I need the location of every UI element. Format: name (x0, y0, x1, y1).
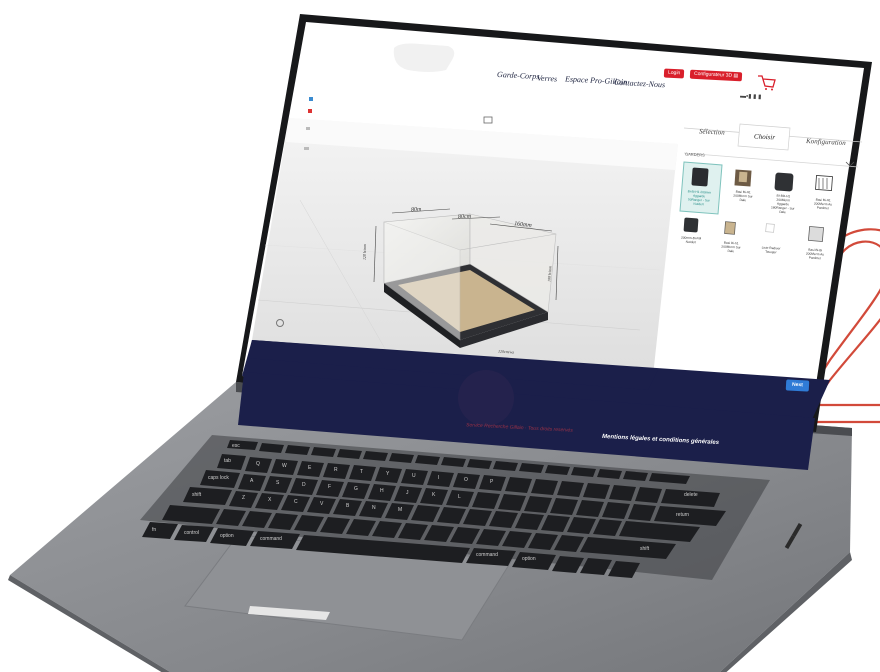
key-label: tab (224, 458, 231, 464)
key-label: B (346, 503, 350, 509)
key-label: shift (640, 546, 650, 552)
key-label: N (372, 505, 376, 511)
key-label: option (522, 556, 536, 562)
key-label: command (260, 536, 282, 542)
key-label: A (250, 478, 254, 484)
dimension-label: 120 h/mm (361, 244, 367, 260)
key-label: F (328, 484, 332, 490)
key-label: caps lock (208, 475, 229, 481)
product-card-label[interactable]: Basi Bi-H1 200Merm Au Pardmet (810, 197, 837, 211)
key-label: P (490, 479, 494, 485)
key-label: C (294, 499, 298, 505)
key-label: command (476, 552, 498, 558)
key-label: T (360, 469, 364, 475)
key-label: L (458, 494, 461, 500)
product-card-label[interactable]: Basi Bi-H1 200Merm Sur Dale (730, 189, 757, 203)
side-tool-2 (308, 109, 312, 113)
key-label: E (308, 465, 312, 471)
key-label: Z (242, 495, 246, 501)
site-logo (393, 43, 455, 72)
key-label: option (220, 533, 234, 539)
side-tool-1 (309, 97, 313, 101)
key-label: control (184, 530, 200, 536)
key-label: fn (152, 527, 157, 533)
key-label: delete (684, 492, 698, 498)
next-button[interactable]: Next (785, 379, 810, 392)
key-label: X (268, 497, 272, 503)
product-card-label[interactable]: Basi Di-h1 200Merm Sur Dale (718, 240, 745, 254)
key-label: V (320, 501, 324, 507)
product-card-label[interactable]: 200mm-Bi-FM Nutdert (678, 235, 704, 244)
key-label: J (406, 490, 409, 496)
key-label: U (412, 473, 416, 479)
key-label: G (354, 486, 358, 492)
tab-choisir[interactable]: Choisir (754, 132, 775, 141)
key-label: shift (192, 492, 202, 498)
product-card-label[interactable]: Bi-Bi-H1 200mm Aggarde 50Ranger - Sur Nu… (686, 189, 713, 206)
key-label: R (334, 467, 338, 473)
key-label: esc (232, 443, 240, 449)
nav-verres[interactable]: Verres (537, 73, 558, 83)
key-label: K (432, 492, 436, 498)
key-label: return (676, 512, 690, 518)
key-label: H (380, 488, 384, 494)
key-label: Y (386, 471, 390, 477)
product-card-label[interactable]: Liste Radioer Tavoger (758, 245, 784, 255)
key-label: S (276, 480, 280, 486)
login-button[interactable]: Login (663, 68, 685, 79)
key-label: M (398, 507, 403, 513)
product-card-label[interactable]: BI-BD-H1 200Merm Aggarde 180Ranger - Sur… (769, 193, 796, 215)
key-label: Q (256, 461, 260, 467)
laptop-scene (8, 14, 880, 672)
dimension-label: 80m (410, 206, 422, 214)
product-card-label[interactable]: Basi Bi-Bi 200Merm Au Pardmet (802, 247, 829, 261)
key-label: O (464, 477, 468, 483)
tab-selection[interactable]: Sélection (699, 127, 725, 136)
key-label: I (438, 475, 440, 481)
dimension-label: 80cm (457, 213, 472, 221)
key-label: D (302, 482, 306, 488)
language-flags[interactable]: ▬▪▮ ▮ ▮ (740, 93, 762, 100)
key-label: W (282, 463, 287, 469)
